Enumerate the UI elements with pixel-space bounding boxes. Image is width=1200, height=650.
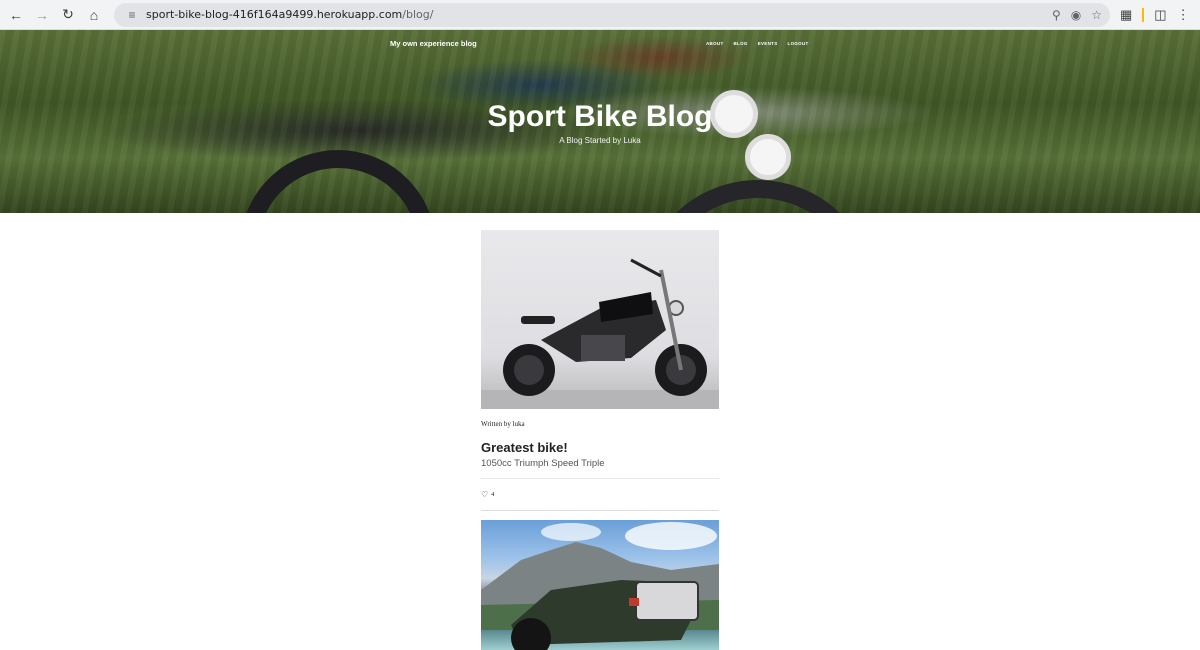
browser-toolbar: ← → ↻ ⌂ ≡ sport-bike-blog-416f164a9499.h… [0, 0, 1200, 30]
magnifier-icon[interactable]: ⚲ [1052, 8, 1061, 22]
home-icon[interactable]: ⌂ [82, 3, 106, 27]
hero-header: My own experience blog ABOUT BLOG EVENTS… [0, 30, 1200, 213]
address-bar[interactable]: ≡ sport-bike-blog-416f164a9499.herokuapp… [114, 2, 1110, 27]
post-subtitle: 1050cc Triumph Speed Triple [481, 458, 605, 469]
side-panel-icon[interactable]: ◫ [1154, 7, 1166, 23]
post-card: Written by luka Greatest bike! 1050cc Tr… [481, 230, 719, 511]
page-subtitle: A Blog Started by Luka [559, 136, 641, 145]
url-text[interactable]: sport-bike-blog-416f164a9499.herokuapp.c… [146, 8, 433, 21]
url-host: sport-bike-blog-416f164a9499.herokuapp.c… [146, 8, 403, 21]
post-list: Written by luka Greatest bike! 1050cc Tr… [481, 230, 719, 650]
site-brand[interactable]: My own experience blog [390, 39, 477, 48]
rear-wheel-shape [640, 180, 876, 213]
nav-events[interactable]: EVENTS [758, 41, 778, 46]
heart-icon[interactable]: ♡ [481, 490, 488, 499]
nav-about[interactable]: ABOUT [706, 41, 724, 46]
page-title: Sport Bike Blog [487, 100, 713, 133]
reload-icon[interactable]: ↻ [56, 3, 80, 27]
front-wheel-shape [240, 150, 436, 213]
post-title[interactable]: Greatest bike! [481, 440, 719, 455]
like-count: 4 [491, 491, 495, 498]
extension-divider [1142, 7, 1145, 22]
star-icon[interactable]: ☆ [1091, 8, 1102, 22]
url-path: /blog/ [402, 8, 434, 21]
motorcycle-mountain-photo [481, 522, 719, 650]
puzzle-icon[interactable]: ▦ [1120, 7, 1132, 23]
nav-blog[interactable]: BLOG [734, 41, 748, 46]
post-image[interactable] [481, 230, 719, 409]
post-image[interactable] [481, 520, 719, 650]
nav-logout[interactable]: LOGOUT [788, 41, 809, 46]
main-nav: ABOUT BLOG EVENTS LOGOUT [706, 41, 809, 46]
eye-off-icon[interactable]: ◉ [1071, 8, 1081, 22]
kebab-menu-icon[interactable]: ⋮ [1177, 7, 1190, 23]
post-card [481, 520, 719, 650]
motorcycle-studio-photo [481, 258, 719, 409]
back-arrow-icon[interactable]: ← [4, 3, 28, 27]
post-author: Written by luka [481, 420, 525, 428]
forward-arrow-icon[interactable]: → [30, 3, 54, 27]
tune-icon[interactable]: ≡ [122, 8, 142, 22]
post-footer: ♡ 4 [481, 478, 719, 511]
